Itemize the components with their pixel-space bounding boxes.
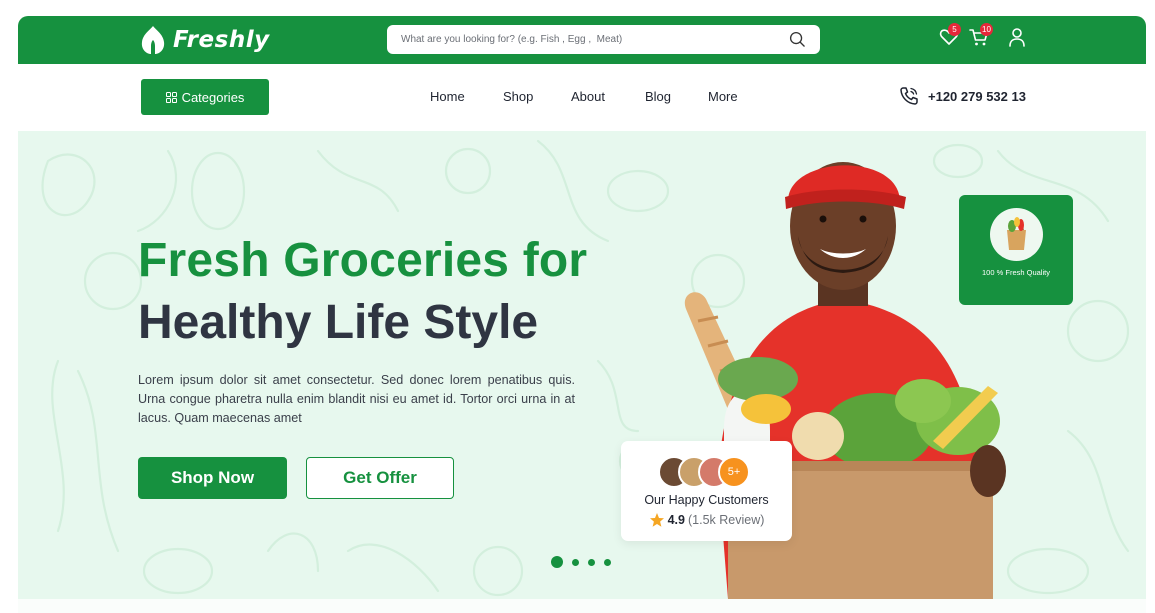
nav-link-shop[interactable]: Shop (503, 89, 533, 104)
hero-description: Lorem ipsum dolor sit amet consectetur. … (138, 373, 575, 425)
slide-dot-3[interactable] (588, 558, 595, 566)
user-icon (1009, 28, 1025, 47)
categories-label: Categories (181, 89, 245, 105)
hero-headline-line1: Fresh Groceries for (138, 234, 588, 287)
rating-value: 4.9 (667, 513, 685, 527)
customer-avatars: 5+ (658, 456, 758, 488)
nav-link-blog[interactable]: Blog (645, 89, 671, 104)
brand-name: Freshly (173, 27, 270, 53)
slider-pagination (551, 556, 611, 568)
brand-logo[interactable]: Freshly (139, 22, 270, 58)
star-icon (649, 513, 664, 527)
phone-contact[interactable]: +120 279 532 13 (898, 85, 1026, 107)
nav-link-about[interactable]: About (571, 89, 605, 104)
phone-number: +120 279 532 13 (928, 88, 1026, 104)
cart-count-badge: 10 (980, 23, 993, 36)
hero-headline-line2: Healthy Life Style (138, 296, 539, 349)
fresh-quality-text: 100 % Fresh Quality (982, 268, 1050, 277)
search-icon[interactable] (789, 31, 806, 48)
nav-link-home[interactable]: Home (430, 89, 465, 104)
happy-customers-card: 5+ Our Happy Customers 4.9 (1.5k Review) (621, 441, 792, 541)
next-section-edge (18, 599, 1146, 613)
slide-dot-2[interactable] (572, 558, 579, 566)
get-offer-button[interactable]: Get Offer (306, 457, 454, 499)
phone-icon (900, 87, 918, 105)
more-customers-count: 5+ (718, 456, 750, 488)
shop-now-button[interactable]: Shop Now (138, 457, 287, 499)
leaf-logo-icon (141, 26, 165, 54)
grid-icon (165, 91, 177, 103)
nav-link-more[interactable]: More (708, 89, 738, 104)
happy-customers-title: Our Happy Customers (644, 493, 769, 507)
search-input[interactable] (401, 25, 771, 54)
quality-icon-circle (990, 208, 1043, 261)
top-header-bar: Freshly 5 10 (18, 16, 1146, 64)
review-count: (1.5k Review) (687, 513, 765, 527)
slide-dot-4[interactable] (604, 558, 611, 566)
categories-button[interactable]: Categories (141, 79, 269, 115)
grocery-bag-icon (1007, 217, 1026, 250)
search-bar (387, 25, 820, 54)
wishlist-count-badge: 5 (948, 23, 961, 36)
cart-button[interactable]: 10 (968, 23, 993, 48)
wishlist-button[interactable]: 5 (938, 23, 961, 48)
fresh-quality-card: 100 % Fresh Quality (959, 195, 1073, 305)
hero-banner: Fresh Groceries for Healthy Life Style L… (18, 131, 1146, 599)
slide-dot-1[interactable] (551, 556, 563, 568)
account-button[interactable] (1006, 26, 1028, 48)
customer-rating: 4.9 (1.5k Review) (621, 512, 792, 528)
